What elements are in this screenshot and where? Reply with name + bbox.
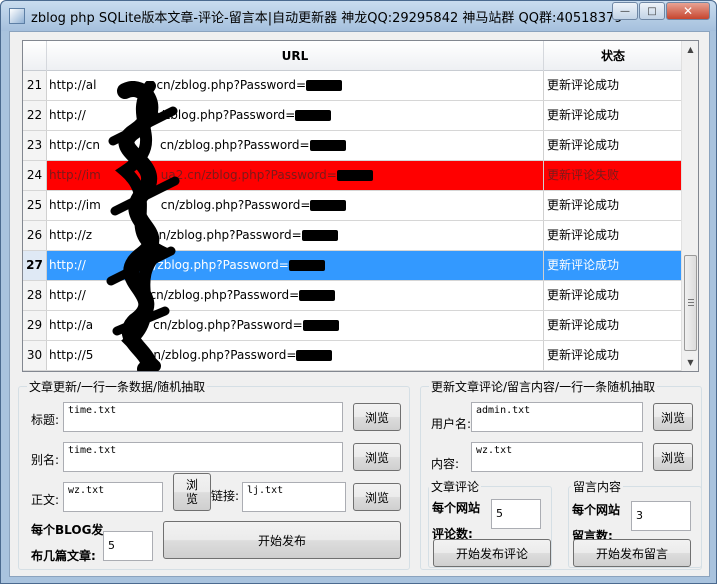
alias-browse-button[interactable]: 浏览 <box>353 443 401 471</box>
per-blog-count-input[interactable]: 5 <box>103 531 153 561</box>
per-blog-label-line2: 布几篇文章: <box>31 549 96 563</box>
password-redaction <box>301 230 338 241</box>
url-prefix: http:// <box>49 288 86 302</box>
client-area: URL 状态 21 http://al cn/zblog.php?Password=… <box>9 31 710 577</box>
password-redaction <box>295 110 332 121</box>
row-number: 28 <box>23 281 47 310</box>
status-cell[interactable]: 更新评论成功 <box>544 251 682 280</box>
start-publish-button[interactable]: 开始发布 <box>163 521 401 559</box>
guestbook-per-site-label: 每个网站 <box>572 503 621 517</box>
url-prefix: http://5 <box>49 348 94 362</box>
guestbook-count-input[interactable]: 3 <box>631 501 691 531</box>
row-number: 29 <box>23 311 47 340</box>
status-cell[interactable]: 更新评论成功 <box>544 221 682 250</box>
per-blog-label-line1: 每个BLOG发 <box>31 523 104 537</box>
password-redaction <box>306 80 343 91</box>
status-cell[interactable]: 更新评论成功 <box>544 191 682 220</box>
body-browse-button[interactable]: 浏 览 <box>173 473 211 511</box>
title-file-field[interactable]: time.txt <box>63 402 343 432</box>
row-number: 30 <box>23 341 47 370</box>
username-file-field[interactable]: admin.txt <box>471 402 643 432</box>
app-window: zblog php SQLite版本文章-评论-留言本|自动更新器 神龙QQ:2… <box>0 0 717 584</box>
username-label: 用户名: <box>431 417 472 431</box>
url-suffix: cn/zblog.php?Password= <box>159 138 310 152</box>
status-cell[interactable]: 更新评论成功 <box>544 101 682 130</box>
password-redaction <box>309 140 346 151</box>
link-label: 链接: <box>211 489 240 503</box>
redaction-scribble <box>106 81 180 371</box>
scroll-up-icon[interactable]: ▲ <box>682 41 698 58</box>
window-controls: — □ ✕ <box>611 2 710 20</box>
url-prefix: http://cn <box>49 138 100 152</box>
grid-header: URL 状态 <box>23 41 682 71</box>
status-cell[interactable]: 更新评论失败 <box>544 161 682 190</box>
row-number: 24 <box>23 161 47 190</box>
column-header-status[interactable]: 状态 <box>544 41 682 71</box>
alias-file-field[interactable]: time.txt <box>63 442 343 472</box>
start-comment-button[interactable]: 开始发布评论 <box>433 539 551 567</box>
status-cell[interactable]: 更新评论成功 <box>544 71 682 100</box>
app-icon <box>9 8 25 24</box>
body-label: 正文: <box>31 493 60 507</box>
content-browse-button[interactable]: 浏览 <box>653 443 693 471</box>
url-prefix: http://a <box>49 318 94 332</box>
body-file-field[interactable]: wz.txt <box>63 482 163 512</box>
password-redaction <box>310 200 347 211</box>
alias-label: 别名: <box>31 453 60 467</box>
comment-per-site-label: 每个网站 <box>432 501 481 515</box>
url-prefix: http:// <box>49 258 86 272</box>
start-guestbook-button[interactable]: 开始发布留言 <box>573 539 691 567</box>
comment-group-title: 更新文章评论/留言内容/一行一条随机抽取 <box>429 378 658 395</box>
link-browse-button[interactable]: 浏览 <box>353 483 401 511</box>
row-number: 25 <box>23 191 47 220</box>
password-redaction <box>299 290 336 301</box>
url-prefix: http://z <box>49 228 93 242</box>
article-comment-group: 文章评论 每个网站 评论数: 5 开始发布评论 <box>428 478 552 568</box>
url-prefix: http://im <box>49 168 101 182</box>
username-browse-button[interactable]: 浏览 <box>653 403 693 431</box>
status-cell[interactable]: 更新评论成功 <box>544 281 682 310</box>
comment-count-input[interactable]: 5 <box>491 499 541 529</box>
url-suffix: cn/zblog.php?Password= <box>160 198 311 212</box>
row-number: 21 <box>23 71 47 100</box>
guestbook-title: 留言内容 <box>571 478 624 495</box>
maximize-button[interactable]: □ <box>639 2 665 20</box>
window-title: zblog php SQLite版本文章-评论-留言本|自动更新器 神龙QQ:2… <box>31 11 623 26</box>
guestbook-group: 留言内容 每个网站 留言数: 3 开始发布留言 <box>568 478 702 568</box>
title-browse-button[interactable]: 浏览 <box>353 403 401 431</box>
title-bar: zblog php SQLite版本文章-评论-留言本|自动更新器 神龙QQ:2… <box>1 1 716 31</box>
results-grid[interactable]: URL 状态 21 http://al cn/zblog.php?Password=… <box>22 40 699 372</box>
status-cell[interactable]: 更新评论成功 <box>544 341 682 370</box>
row-number: 26 <box>23 221 47 250</box>
title-label: 标题: <box>31 413 60 427</box>
row-number: 23 <box>23 131 47 160</box>
url-suffix: ua2.cn/zblog.php?Password= <box>160 168 337 182</box>
url-prefix: http://al <box>49 78 97 92</box>
vertical-scrollbar[interactable]: ▲ ▼ <box>681 41 698 371</box>
link-file-field[interactable]: lj.txt <box>242 482 346 512</box>
row-number: 27 <box>23 251 47 280</box>
password-redaction <box>302 320 339 331</box>
url-prefix: http://im <box>49 198 101 212</box>
scroll-thumb[interactable] <box>684 255 697 351</box>
status-cell[interactable]: 更新评论成功 <box>544 131 682 160</box>
scroll-down-icon[interactable]: ▼ <box>682 354 698 371</box>
content-file-field[interactable]: wz.txt <box>471 442 643 472</box>
article-comment-title: 文章评论 <box>429 478 482 495</box>
password-redaction <box>288 260 325 271</box>
password-redaction <box>296 350 333 361</box>
status-cell[interactable]: 更新评论成功 <box>544 311 682 340</box>
url-prefix: http:// <box>49 108 86 122</box>
password-redaction <box>336 170 373 181</box>
content-label: 内容: <box>431 457 460 471</box>
article-update-group: 文章更新/一行一条数据/随机抽取 标题: time.txt 浏览 别名: tim… <box>18 378 410 570</box>
row-number-header <box>23 41 47 71</box>
article-group-title: 文章更新/一行一条数据/随机抽取 <box>27 378 208 395</box>
column-header-url[interactable]: URL <box>47 41 544 71</box>
close-button[interactable]: ✕ <box>666 2 710 20</box>
row-number: 22 <box>23 101 47 130</box>
minimize-button[interactable]: — <box>612 2 638 20</box>
